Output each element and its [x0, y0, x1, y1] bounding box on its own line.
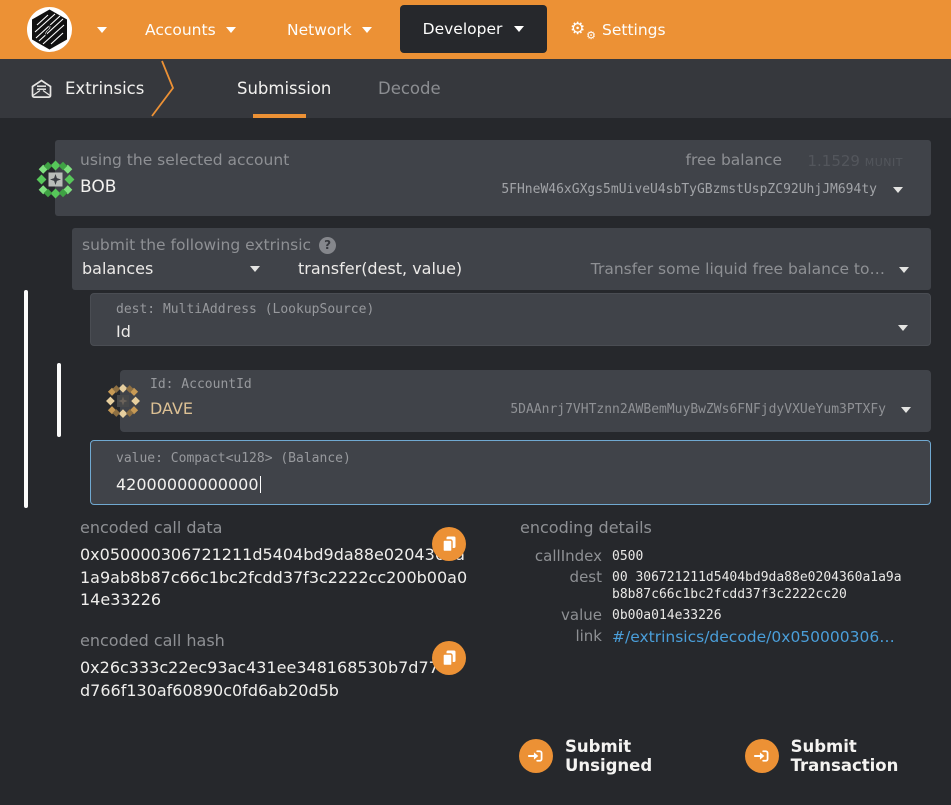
extrinsic-label: submit the following extrinsic ?: [82, 236, 336, 254]
text-cursor: [260, 476, 262, 493]
value-input-box: value: Compact<u128> (Balance) 420000000…: [90, 440, 931, 505]
gears-icon: ⚙⚙: [570, 21, 594, 38]
method-description: Transfer some liquid free balance to…: [591, 260, 885, 278]
account-name: BOB: [80, 177, 116, 197]
sign-in-icon: [519, 739, 553, 773]
section-title-label: Extrinsics: [65, 79, 144, 98]
detail-value: 0500: [612, 548, 643, 565]
dave-identicon: [103, 381, 143, 421]
detail-key: link: [520, 628, 602, 645]
nav-accounts-label: Accounts: [145, 21, 216, 39]
param-nesting-bar-inner: [57, 363, 61, 437]
dest-param-label: dest: MultiAddress (LookupSource): [116, 302, 374, 317]
dest-type-value: Id: [116, 322, 131, 341]
help-icon[interactable]: ?: [319, 237, 336, 254]
section-title: Extrinsics: [30, 59, 144, 118]
detail-key: callIndex: [520, 548, 602, 565]
nav-developer[interactable]: Developer: [400, 5, 547, 53]
dest-account-param-label: Id: AccountId: [150, 377, 252, 392]
submit-unsigned-label: Submit Unsigned: [565, 737, 707, 775]
top-navigation: Accounts Network Developer ⚙⚙ Settings: [0, 0, 951, 59]
nav-settings-label: Settings: [602, 21, 666, 39]
dest-account-caret[interactable]: [901, 407, 911, 413]
detail-row-dest: dest 00 306721211d5404bd9da88e0204360a1a…: [520, 569, 931, 603]
nav-network[interactable]: Network: [287, 0, 372, 59]
detail-key: dest: [520, 569, 602, 586]
tab-submission-label: Submission: [237, 79, 331, 98]
nav-developer-label: Developer: [423, 20, 503, 38]
dest-select-caret[interactable]: [898, 325, 908, 331]
detail-row-callindex: callIndex 0500: [520, 548, 931, 565]
sign-in-icon: [745, 739, 779, 773]
call-data-line: 14e33226: [80, 589, 467, 612]
copy-icon: [441, 535, 458, 553]
tab-decode[interactable]: Decode: [378, 59, 441, 118]
section-select-caret[interactable]: [250, 266, 260, 272]
chevron-down-icon: [226, 27, 236, 33]
nav-settings[interactable]: ⚙⚙ Settings: [570, 0, 666, 59]
call-hash-line: d766f130af60890c0fd6ab20d5b: [80, 680, 459, 703]
chain-logo-icon[interactable]: [27, 7, 72, 52]
extrinsic-card: submit the following extrinsic ? balance…: [72, 228, 931, 290]
section-select[interactable]: balances: [82, 259, 153, 278]
extrinsic-label-text: submit the following extrinsic: [82, 236, 311, 254]
method-select-caret[interactable]: [899, 267, 909, 273]
detail-value: 00 306721211d5404bd9da88e0204360a1a9a b8…: [612, 569, 902, 603]
encoded-call-data: 0x050000306721211d5404bd9da88e0204360a 1…: [80, 544, 467, 612]
dest-account-select[interactable]: Id: AccountId DAVE 5DAAnrj7VHTznn2AWBemM…: [120, 370, 931, 432]
decode-link[interactable]: #/extrinsics/decode/0x050000306…: [612, 628, 895, 647]
chain-selector-caret[interactable]: [97, 27, 107, 33]
tab-bar: Extrinsics Submission Decode: [0, 59, 951, 118]
breadcrumb-chevron: [148, 59, 178, 118]
free-balance-unit: MUNIT: [865, 156, 903, 169]
free-balance-label: free balance: [685, 151, 782, 169]
free-balance-value: 1.1529 MUNIT: [807, 152, 903, 170]
value-input-text: 42000000000000: [116, 475, 259, 494]
copy-call-hash-button[interactable]: [432, 641, 466, 675]
extrinsics-page: Accounts Network Developer ⚙⚙ Settings E…: [0, 0, 951, 805]
detail-value: 0b00a014e33226: [612, 607, 722, 624]
detail-row-link: link #/extrinsics/decode/0x050000306…: [520, 628, 931, 647]
encoded-call-hash-label: encoded call hash: [80, 631, 225, 650]
copy-call-data-button[interactable]: [432, 527, 466, 561]
encoding-details: encoding details callIndex 0500 dest 00 …: [520, 518, 931, 651]
submit-actions: Submit Unsigned Submit Transaction: [519, 737, 951, 775]
method-select[interactable]: transfer(dest, value): [298, 259, 462, 278]
nav-network-label: Network: [287, 21, 352, 39]
value-param-label: value: Compact<u128> (Balance): [116, 451, 351, 466]
submit-unsigned-button[interactable]: Submit Unsigned: [519, 737, 707, 775]
chevron-down-icon: [514, 26, 524, 32]
submit-transaction-label: Submit Transaction: [791, 737, 951, 775]
chevron-down-icon: [362, 27, 372, 33]
detail-value-line: 00 306721211d5404bd9da88e0204360a1a9a: [612, 569, 902, 586]
main-content: using the selected account BOB free bala…: [0, 118, 951, 805]
encoding-details-title: encoding details: [520, 518, 931, 537]
detail-value-line: b8b87c66c1bc2fcdd37f3c2222cc20: [612, 586, 902, 603]
encoded-call-hash: 0x26c333c22ec93ac431ee348168530b7d77e8 d…: [80, 657, 459, 702]
tab-submission[interactable]: Submission: [237, 59, 331, 118]
free-balance-amount: 1.1529: [807, 152, 860, 170]
value-input[interactable]: 42000000000000: [116, 475, 261, 494]
encoded-call-data-label: encoded call data: [80, 518, 222, 537]
nav-accounts[interactable]: Accounts: [145, 0, 236, 59]
detail-row-value: value 0b00a014e33226: [520, 607, 931, 624]
account-select-label: using the selected account: [80, 151, 289, 169]
dest-type-select[interactable]: dest: MultiAddress (LookupSource) Id: [90, 293, 931, 346]
account-select[interactable]: using the selected account BOB free bala…: [55, 140, 931, 216]
detail-key: value: [520, 607, 602, 624]
submit-transaction-button[interactable]: Submit Transaction: [745, 737, 951, 775]
call-data-line: 1a9ab8b87c66c1bc2fcdd37f3c2222cc200b00a0: [80, 567, 467, 590]
copy-icon: [441, 649, 458, 667]
call-data-line: 0x050000306721211d5404bd9da88e0204360a: [80, 544, 467, 567]
call-hash-line: 0x26c333c22ec93ac431ee348168530b7d77e8: [80, 657, 459, 680]
bob-identicon: [33, 157, 78, 202]
dest-account-name: DAVE: [150, 399, 193, 418]
envelope-icon: [30, 79, 53, 99]
dest-account-address: 5DAAnrj7VHTznn2AWBemMuyBwZWs6FNFjdyVXUeY…: [510, 402, 886, 417]
tab-decode-label: Decode: [378, 79, 441, 98]
account-address: 5FHneW46xGXgs5mUiveU4sbTyGBzmstUspZC92Uh…: [501, 182, 877, 197]
account-select-caret[interactable]: [893, 187, 903, 193]
param-nesting-bar: [24, 290, 28, 508]
